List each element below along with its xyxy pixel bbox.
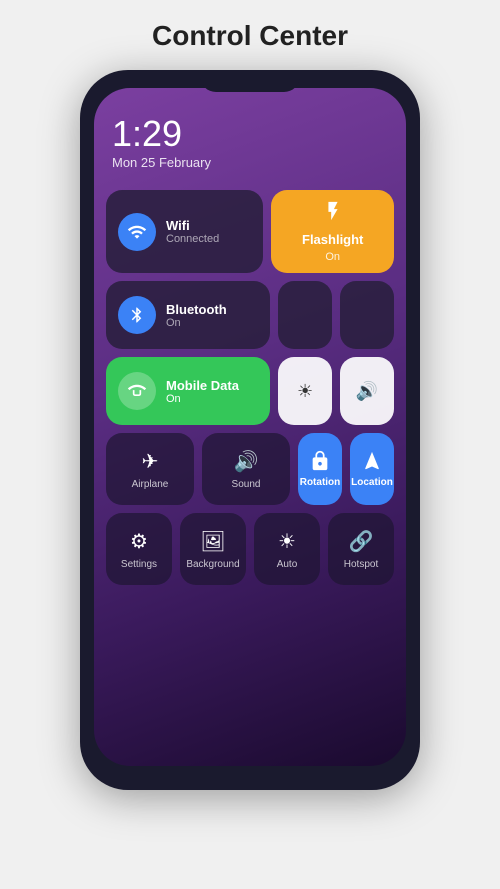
bluetooth-icon-circle bbox=[118, 296, 156, 334]
rotation-tile[interactable]: Rotation bbox=[298, 433, 342, 505]
row-5: ⚙ Settings 🖼 Background ☀ Auto 🔗 Hotspot bbox=[106, 513, 394, 585]
hotspot-label: Hotspot bbox=[344, 559, 378, 570]
bluetooth-tile[interactable]: Bluetooth On bbox=[106, 281, 270, 349]
date-display: Mon 25 February bbox=[112, 155, 388, 170]
row-4: ✈ Airplane 🔊 Sound Rotation bbox=[106, 433, 394, 505]
settings-tile[interactable]: ⚙ Settings bbox=[106, 513, 172, 585]
auto-tile[interactable]: ☀ Auto bbox=[254, 513, 320, 585]
brightness-icon: ☀ bbox=[297, 381, 313, 402]
wifi-icon-circle bbox=[118, 213, 156, 251]
sound-label: Sound bbox=[232, 479, 261, 490]
time-display: 1:29 bbox=[112, 116, 388, 152]
rotation-icon bbox=[309, 450, 331, 472]
location-tile[interactable]: Location bbox=[350, 433, 394, 505]
notch bbox=[200, 70, 300, 92]
small-dark-1[interactable] bbox=[278, 281, 332, 349]
hotspot-icon: 🔗 bbox=[349, 529, 374, 554]
wifi-label: Wifi bbox=[166, 218, 219, 233]
mobile-icon-circle bbox=[118, 372, 156, 410]
wifi-text: Wifi Connected bbox=[166, 218, 219, 245]
small-dark-2[interactable] bbox=[340, 281, 394, 349]
wifi-sublabel: Connected bbox=[166, 233, 219, 245]
volume-tile[interactable]: 🔊 bbox=[340, 357, 394, 425]
time-area: 1:29 Mon 25 February bbox=[94, 88, 406, 182]
brightness-tile[interactable]: ☀ bbox=[278, 357, 332, 425]
airplane-label: Airplane bbox=[132, 479, 169, 490]
flashlight-icon bbox=[322, 200, 344, 228]
airplane-icon: ✈ bbox=[142, 449, 159, 474]
settings-icon: ⚙ bbox=[130, 529, 148, 554]
mobile-label: Mobile Data bbox=[166, 378, 239, 393]
screen: 1:29 Mon 25 February Wifi Connected bbox=[94, 88, 406, 766]
phone-shell: 1:29 Mon 25 February Wifi Connected bbox=[80, 70, 420, 790]
rotation-label: Rotation bbox=[300, 477, 341, 488]
flashlight-sublabel: On bbox=[325, 251, 340, 263]
mobile-sublabel: On bbox=[166, 393, 239, 405]
mobile-data-tile[interactable]: Mobile Data On bbox=[106, 357, 270, 425]
controls-area: Wifi Connected Flashlight On bbox=[94, 182, 406, 766]
wifi-tile[interactable]: Wifi Connected bbox=[106, 190, 263, 273]
flashlight-tile[interactable]: Flashlight On bbox=[271, 190, 394, 273]
auto-label: Auto bbox=[277, 559, 298, 570]
location-label: Location bbox=[351, 477, 393, 488]
background-icon: 🖼 bbox=[200, 529, 225, 554]
mobile-text: Mobile Data On bbox=[166, 378, 239, 405]
bluetooth-text: Bluetooth On bbox=[166, 302, 227, 329]
settings-label: Settings bbox=[121, 559, 157, 570]
bluetooth-label: Bluetooth bbox=[166, 302, 227, 317]
row-2: Bluetooth On bbox=[106, 281, 394, 349]
background-tile[interactable]: 🖼 Background bbox=[180, 513, 246, 585]
page-title: Control Center bbox=[152, 20, 348, 52]
row-1: Wifi Connected Flashlight On bbox=[106, 190, 394, 273]
flashlight-label: Flashlight bbox=[302, 232, 363, 247]
bluetooth-sublabel: On bbox=[166, 317, 227, 329]
airplane-tile[interactable]: ✈ Airplane bbox=[106, 433, 194, 505]
volume-icon: 🔊 bbox=[356, 381, 378, 402]
sound-tile[interactable]: 🔊 Sound bbox=[202, 433, 290, 505]
hotspot-tile[interactable]: 🔗 Hotspot bbox=[328, 513, 394, 585]
row-3: Mobile Data On ☀ 🔊 bbox=[106, 357, 394, 425]
location-icon bbox=[361, 450, 383, 472]
sound-icon: 🔊 bbox=[234, 449, 259, 474]
background-label: Background bbox=[186, 559, 239, 570]
auto-icon: ☀ bbox=[278, 529, 296, 554]
